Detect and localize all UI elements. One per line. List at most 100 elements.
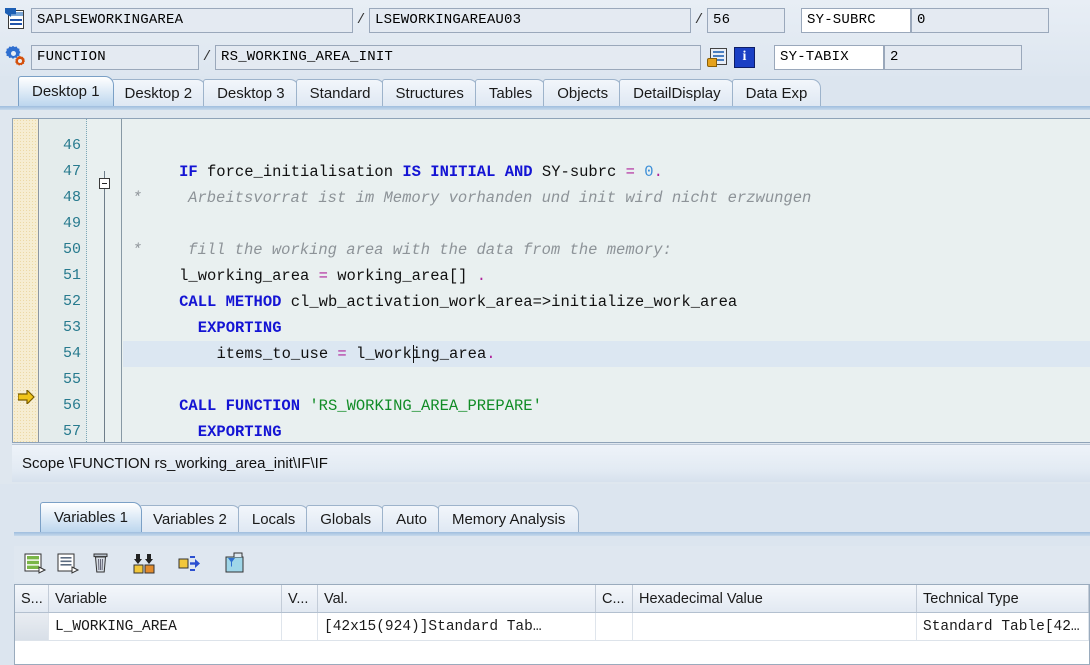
table-row[interactable]: L_WORKING_AREA [42x15(924)]Standard Tab… S… <box>15 613 1089 641</box>
code-line[interactable]: EXPORTING <box>198 315 282 341</box>
line-number: 53 <box>62 319 81 336</box>
code-line[interactable]: * Arbeitsvorrat ist im Memory vorhanden … <box>132 185 811 211</box>
object-type-field[interactable]: FUNCTION <box>31 44 199 70</box>
variables-tab-underline <box>14 532 1090 536</box>
tab-label: Locals <box>251 510 296 528</box>
program-name-field[interactable]: SAPLSEWORKINGAREA <box>31 7 353 33</box>
object-name-field[interactable]: RS_WORKING_AREA_INIT <box>215 44 701 70</box>
table-cell <box>282 613 318 640</box>
tab-data-exp[interactable]: Data Exp <box>731 79 822 106</box>
line-number: 54 <box>62 345 81 362</box>
tab-globals[interactable]: Globals <box>306 505 386 532</box>
tab-objects[interactable]: Objects <box>543 79 623 106</box>
line-number: 52 <box>62 293 81 310</box>
table-cell: [42x15(924)]Standard Tab… <box>318 613 596 640</box>
variables-panel: Variables 1 Variables 2 Locals Globals Auto M… <box>0 484 1090 665</box>
tab-structures[interactable]: Structures <box>381 79 478 106</box>
scope-bar: Scope \FUNCTION rs_working_area_init\IF\… <box>12 444 1090 482</box>
tab-tables[interactable]: Tables <box>474 79 547 106</box>
line-number-field[interactable]: 56 <box>707 7 785 33</box>
tab-label: Auto <box>396 510 427 528</box>
variables-tab-strip: Variables 1 Variables 2 Locals Globals Auto M… <box>0 502 1090 536</box>
table-cell <box>596 613 633 640</box>
desktop-tabs: Desktop 1 Desktop 2 Desktop 3 Standard Struc… <box>18 76 822 106</box>
insert-row-icon[interactable] <box>22 551 48 577</box>
line-number: 46 <box>62 137 81 154</box>
source-code-pane[interactable]: IF force_initialisation IS INITIAL AND S… <box>12 118 1090 443</box>
tab-label: Memory Analysis <box>451 510 566 528</box>
variables-tabs: Variables 1 Variables 2 Locals Globals Auto M… <box>40 502 580 532</box>
tab-desktop-2[interactable]: Desktop 2 <box>110 79 207 106</box>
tab-standard[interactable]: Standard <box>295 79 385 106</box>
variables-grid[interactable]: S... Variable V... Val. C... Hexadecimal Valu… <box>14 584 1090 665</box>
list-with-key-icon[interactable] <box>707 47 728 68</box>
sy-subrc-label: SY-SUBRC <box>801 7 911 33</box>
line-number: 50 <box>62 241 81 258</box>
grid-body[interactable]: L_WORKING_AREA [42x15(924)]Standard Tab… S… <box>15 613 1089 641</box>
tab-label: Variables 2 <box>152 510 227 528</box>
filter-icon[interactable] <box>222 551 248 577</box>
line-number: 48 <box>62 189 81 206</box>
column-header[interactable]: Val. <box>318 585 596 612</box>
tab-auto[interactable]: Auto <box>382 505 441 532</box>
code-line[interactable]: CALL FUNCTION 'RS_WORKING_AREA_PREPARE' <box>179 393 542 419</box>
header-action-icons: i <box>707 46 755 68</box>
code-line[interactable]: * fill the working area with the data fr… <box>132 237 672 263</box>
column-header[interactable]: Technical Type <box>917 585 1089 612</box>
column-header[interactable]: V... <box>282 585 318 612</box>
grid-header-row: S... Variable V... Val. C... Hexadecimal Valu… <box>15 585 1089 613</box>
tab-underline <box>0 106 1090 110</box>
separator-1: / <box>356 12 366 28</box>
tab-memory-analysis[interactable]: Memory Analysis <box>437 505 580 532</box>
execution-pointer-arrow-icon <box>18 390 35 404</box>
goto-detail-icon[interactable] <box>176 551 202 577</box>
tab-variables-1[interactable]: Variables 1 <box>40 502 142 532</box>
table-cell: L_WORKING_AREA <box>49 613 282 640</box>
tab-label: Standard <box>309 84 371 102</box>
information-icon[interactable]: i <box>734 46 755 68</box>
text-caret <box>412 345 414 363</box>
tab-label: Desktop 1 <box>32 83 100 100</box>
column-header[interactable]: S... <box>15 585 49 612</box>
tab-label: Desktop 2 <box>124 84 193 102</box>
copy-row-icon[interactable] <box>55 551 81 577</box>
table-cell: Standard Table[42… <box>917 613 1089 640</box>
code-line[interactable]: l_working_area = working_area[] . <box>179 263 486 289</box>
line-number: 51 <box>62 267 81 284</box>
collapse-all-icon[interactable] <box>132 551 158 577</box>
scope-text: Scope \FUNCTION rs_working_area_init\IF\… <box>22 455 328 472</box>
column-header[interactable]: C... <box>596 585 633 612</box>
tab-label: Desktop 3 <box>217 84 285 102</box>
code-folding-column[interactable] <box>88 119 122 442</box>
delete-row-icon[interactable] <box>88 551 114 577</box>
tab-label: Data Exp <box>745 84 808 102</box>
program-icon <box>5 8 27 32</box>
tab-label: Structures <box>395 84 464 102</box>
desktop-tab-strip: Desktop 1 Desktop 2 Desktop 3 Standard Struc… <box>0 76 1090 110</box>
row-select-cell[interactable] <box>15 613 49 640</box>
tab-desktop-1[interactable]: Desktop 1 <box>18 76 114 106</box>
include-name-field[interactable]: LSEWORKINGAREAU03 <box>369 7 691 33</box>
gear-icon <box>5 45 27 69</box>
tab-variables-2[interactable]: Variables 2 <box>138 505 241 532</box>
sy-subrc-value[interactable]: 0 <box>911 7 1049 33</box>
code-line[interactable]: items_to_use = l_working_area. <box>217 341 496 367</box>
tab-label: Variables 1 <box>54 509 128 526</box>
column-header[interactable]: Hexadecimal Value <box>633 585 917 612</box>
code-line[interactable]: EXPORTING <box>198 419 282 442</box>
code-line[interactable]: CALL METHOD cl_wb_activation_work_area=>… <box>179 289 737 315</box>
sy-tabix-value[interactable]: 2 <box>884 44 1022 70</box>
table-cell <box>633 613 917 640</box>
tab-desktop-3[interactable]: Desktop 3 <box>203 79 299 106</box>
collapse-minus-icon[interactable] <box>99 178 110 189</box>
column-header[interactable]: Variable <box>49 585 282 612</box>
debugger-header: SAPLSEWORKINGAREA / LSEWORKINGAREAU03 / … <box>0 0 1090 76</box>
tab-detaildisplay[interactable]: DetailDisplay <box>619 79 735 106</box>
tab-locals[interactable]: Locals <box>237 505 310 532</box>
tab-label: Tables <box>488 84 533 102</box>
line-number: 49 <box>62 215 81 232</box>
separator-3: / <box>202 49 212 65</box>
code-line[interactable]: IF force_initialisation IS INITIAL AND S… <box>179 159 663 185</box>
code-text-area[interactable]: IF force_initialisation IS INITIAL AND S… <box>123 119 1090 442</box>
line-number: 47 <box>62 163 81 180</box>
